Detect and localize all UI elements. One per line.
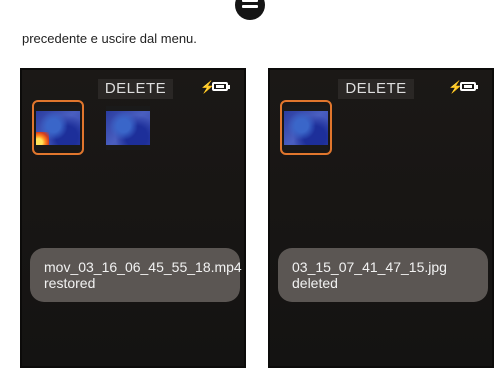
battery-charging-icon: ⚡ [200,80,234,94]
device-screen-left: DELETE ⚡ mov_03_16_06_45_55_18.mp4 resto… [20,68,246,368]
screen-title: DELETE [338,79,414,99]
toast-filename: 03_15_07_41_47_15.jpg [292,259,447,275]
instruction-caption: precedente e uscire dal menu. [22,31,197,46]
thermal-thumbnail-1[interactable] [284,106,328,150]
toast-status: deleted [292,275,338,291]
device-screen-right: DELETE ⚡ 03_15_07_41_47_15.jpg deleted [268,68,494,368]
status-toast: 03_15_07_41_47_15.jpg deleted [278,248,488,302]
battery-charging-icon: ⚡ [448,80,482,94]
menu-icon[interactable] [235,0,265,20]
thermal-thumbnail-2[interactable] [106,106,150,150]
toast-filename: mov_03_16_06_45_55_18.mp4 [44,259,242,275]
screen-title: DELETE [98,79,173,99]
toast-status: restored [44,275,96,291]
status-toast: mov_03_16_06_45_55_18.mp4 restored [30,248,242,302]
thermal-thumbnail-1[interactable] [36,106,80,150]
